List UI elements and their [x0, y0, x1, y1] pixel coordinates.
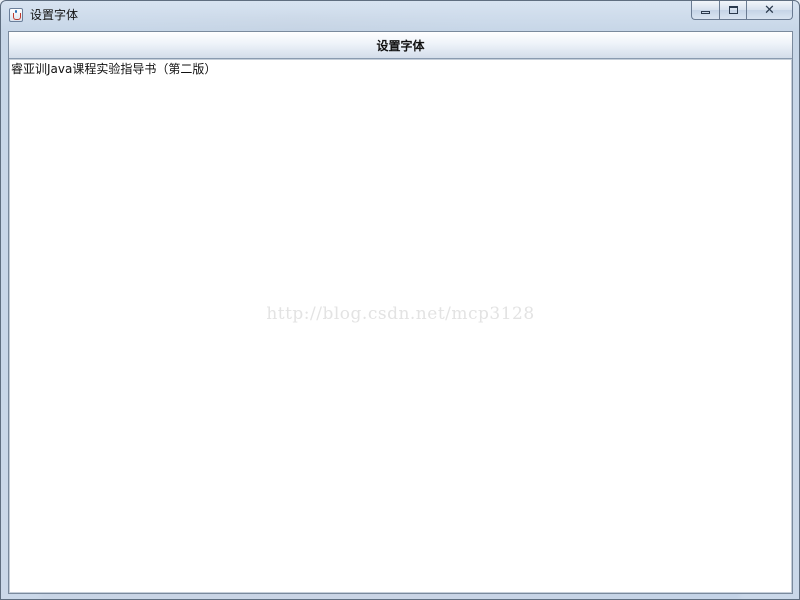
close-icon: ✕ [764, 2, 775, 18]
minimize-icon [701, 11, 710, 14]
window-title: 设置字体 [30, 8, 79, 22]
java-cup-icon[interactable] [9, 8, 23, 22]
content-pane: 设置字体 睿亚训Java课程实验指导书（第二版） http://blog.csd… [8, 31, 793, 594]
close-button[interactable]: ✕ [746, 1, 793, 20]
java-cup-mark [13, 13, 21, 20]
app-window: 设置字体 ✕ 设置字体 睿亚训Java课程实验指导书（第二版） http://b… [0, 0, 800, 600]
text-area[interactable]: 睿亚训Java课程实验指导书（第二版） [9, 59, 792, 593]
maximize-icon [728, 6, 738, 14]
set-font-button[interactable]: 设置字体 [9, 32, 792, 59]
caption-buttons: ✕ [691, 1, 793, 21]
title-bar[interactable]: 设置字体 ✕ [1, 1, 799, 31]
minimize-button[interactable] [691, 1, 719, 20]
text-area-content: 睿亚训Java课程实验指导书（第二版） [11, 62, 217, 76]
maximize-button[interactable] [719, 1, 746, 20]
